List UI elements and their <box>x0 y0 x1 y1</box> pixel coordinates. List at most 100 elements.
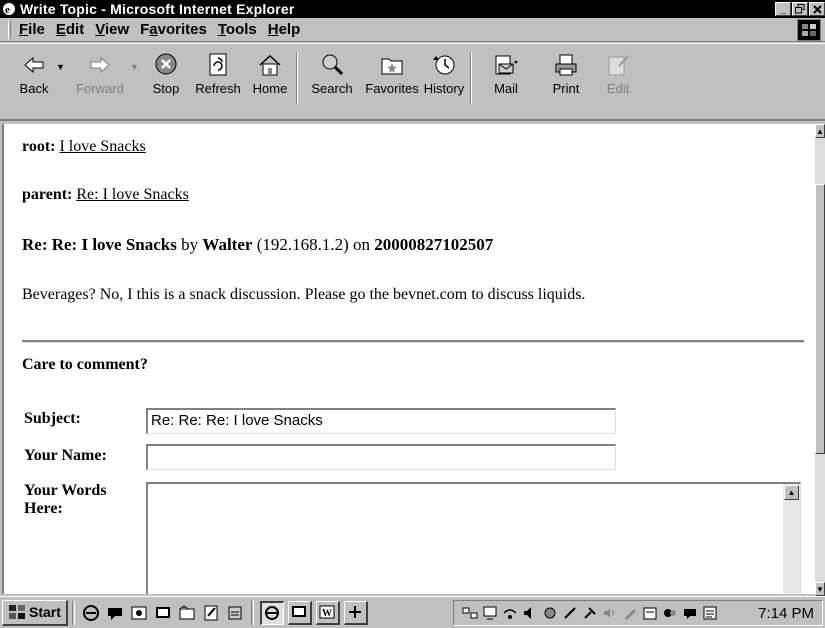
textarea-scrollbar[interactable]: ▲ <box>783 484 800 594</box>
menu-view[interactable]: View <box>95 21 140 38</box>
root-label: root: <box>22 138 56 155</box>
toolbar-separator <box>470 52 472 104</box>
refresh-button[interactable]: Refresh <box>188 52 248 96</box>
menu-favorites[interactable]: Favorites <box>140 21 218 38</box>
messenger-tray-icon[interactable] <box>662 605 678 621</box>
monitor-tray-icon[interactable] <box>482 605 498 621</box>
edit-page-icon <box>608 55 629 76</box>
desktop-quicklaunch-icon[interactable] <box>154 604 172 622</box>
system-tray: 7:14 PM <box>453 600 823 626</box>
channel-quicklaunch-icon[interactable] <box>226 604 244 622</box>
close-button[interactable] <box>809 2 825 16</box>
post-timestamp: 20000827102507 <box>374 235 494 254</box>
word-icon: W <box>319 605 335 619</box>
explorer-quicklaunch-icon[interactable] <box>178 604 196 622</box>
start-button[interactable]: Start <box>2 599 68 626</box>
root-link[interactable]: I love Snacks <box>59 138 145 155</box>
taskbar-word-button[interactable]: W <box>315 600 340 625</box>
title-bar[interactable]: e Write Topic - Microsoft Internet Explo… <box>0 0 825 18</box>
ie-quicklaunch-icon[interactable] <box>82 604 100 622</box>
parent-link[interactable]: Re: I love Snacks <box>76 186 188 203</box>
forward-dropdown[interactable]: ▼ <box>130 52 144 72</box>
history-icon <box>433 55 455 75</box>
name-field[interactable] <box>146 444 616 470</box>
notepad-quicklaunch-icon[interactable] <box>202 604 220 622</box>
history-button[interactable]: History <box>422 52 466 96</box>
edit-tray-icon[interactable] <box>622 605 638 621</box>
ie-app-icon: e <box>3 3 15 16</box>
edit-button[interactable]: Edit <box>596 52 640 96</box>
mail-icon <box>495 55 518 75</box>
restore-button[interactable] <box>792 2 808 16</box>
scroll-up-arrow-icon[interactable]: ▲ <box>784 485 799 500</box>
name-label: Your Name: <box>24 447 107 464</box>
pen-tray-icon[interactable] <box>562 605 578 621</box>
search-icon <box>322 54 344 76</box>
minimize-button[interactable]: _ <box>775 2 791 16</box>
agent-tray-icon[interactable] <box>542 605 558 621</box>
restore-icon <box>795 4 805 14</box>
menu-file[interactable]: File <box>19 21 56 38</box>
menu-edit[interactable]: Edit <box>56 21 95 38</box>
calculator-icon <box>349 606 362 618</box>
taskbar: Start W 7:14 PM <box>0 596 825 628</box>
window-controls: _ <box>775 2 825 16</box>
post-body: Beverages? No, I this is a snack discuss… <box>22 286 586 303</box>
network-tray-icon[interactable] <box>462 605 478 621</box>
minimize-icon: _ <box>779 2 787 15</box>
back-dropdown[interactable]: ▼ <box>56 52 70 72</box>
menu-tools[interactable]: Tools <box>218 21 268 38</box>
taskbar-ie-window-button[interactable] <box>259 600 284 625</box>
page-content: root: I love Snacks parent: Re: I love S… <box>2 124 815 594</box>
page-scrollbar[interactable]: ▲ ▼ <box>815 124 825 596</box>
back-button[interactable]: Back <box>12 52 56 96</box>
window-title: Write Topic - Microsoft Internet Explore… <box>20 1 295 17</box>
menu-grip[interactable] <box>8 20 11 39</box>
scroll-thumb[interactable] <box>815 184 825 454</box>
taskbar-clock[interactable]: 7:14 PM <box>758 605 814 622</box>
refresh-icon <box>209 53 227 76</box>
post-ip: (192.168.1.2) <box>256 235 349 254</box>
standard-toolbar: Back ▼ Forward ▼ Stop Refresh Home Searc… <box>0 43 825 121</box>
task-tray-icon[interactable] <box>702 605 718 621</box>
menu-help[interactable]: Help <box>268 21 312 38</box>
scroll-down-arrow-icon[interactable]: ▼ <box>815 582 825 596</box>
sound-tray-icon[interactable] <box>602 605 618 621</box>
taskbar-console-button[interactable] <box>287 600 312 625</box>
close-icon <box>812 4 822 14</box>
volume-tray-icon[interactable] <box>522 605 538 621</box>
console-icon <box>292 606 307 617</box>
taskbar-separator <box>250 600 254 625</box>
words-textarea[interactable]: ▲ <box>146 482 801 594</box>
forward-button[interactable]: Forward <box>70 52 130 96</box>
browser-window: e Write Topic - Microsoft Internet Explo… <box>0 0 825 596</box>
chat-quicklaunch-icon[interactable] <box>106 604 124 622</box>
stop-icon <box>155 53 177 75</box>
post-header: Re: Re: I love Snacks by Walter (192.168… <box>22 235 494 254</box>
mail-button[interactable]: Mail <box>476 52 536 96</box>
home-button[interactable]: Home <box>248 52 292 96</box>
outlook-quicklaunch-icon[interactable] <box>130 604 148 622</box>
scroll-up-arrow-icon[interactable]: ▲ <box>815 124 825 138</box>
toolbar-separator <box>296 52 298 104</box>
scheduler-tray-icon[interactable] <box>642 605 658 621</box>
horizontal-rule <box>22 340 804 343</box>
printer-icon <box>555 54 577 76</box>
ie-window-icon <box>265 606 280 620</box>
subject-label: Subject: <box>24 410 81 427</box>
back-arrow-icon <box>24 56 44 74</box>
taskbar-separator <box>71 600 75 625</box>
windows-logo-icon <box>797 19 821 41</box>
print-button[interactable]: Print <box>536 52 596 96</box>
menu-bar: File Edit View Favorites Tools Help <box>0 18 825 42</box>
subject-field[interactable]: Re: Re: Re: I love Snacks <box>146 408 616 434</box>
favorites-folder-icon <box>381 58 403 75</box>
chat-tray-icon[interactable] <box>682 605 698 621</box>
tools-tray-icon[interactable] <box>582 605 598 621</box>
connection-tray-icon[interactable] <box>502 605 518 621</box>
search-button[interactable]: Search <box>302 52 362 96</box>
windows-flag-icon <box>9 605 25 619</box>
favorites-button[interactable]: Favorites <box>362 52 422 96</box>
stop-button[interactable]: Stop <box>144 52 188 96</box>
taskbar-calc-button[interactable] <box>343 600 368 625</box>
